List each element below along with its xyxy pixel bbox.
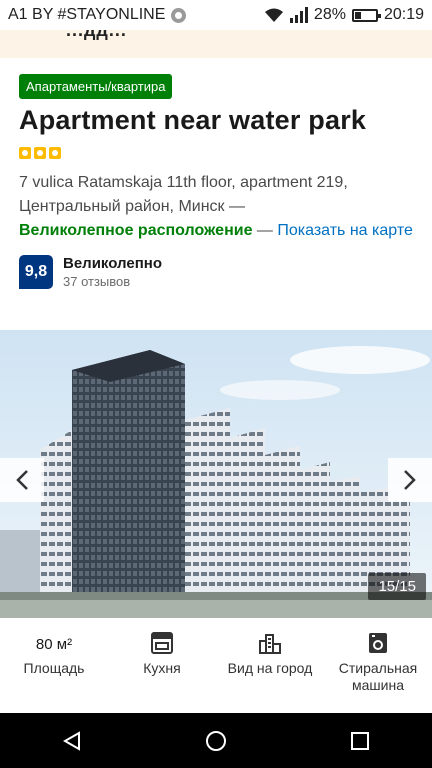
location-separator: — [252,222,278,239]
facility-area: 80 м² Площадь [0,626,108,712]
city-view-icon [259,634,281,654]
notification-icon [171,7,187,23]
location-rating: Великолепное расположение [19,222,253,239]
address-text: 7 vulica Ratamskaja 11th floor, apartmen… [19,174,348,215]
facility-washer: Стиральная машина [324,626,432,712]
facility-city-view: Вид на город [216,626,324,712]
back-icon[interactable] [61,730,83,752]
carrier-name: A1 BY #STAYONLINE [8,6,166,23]
photo-counter: 15/15 [368,573,426,600]
star-icon [19,147,31,159]
property-header: Апартаменты/квартира Apartment near wate… [19,74,415,289]
banner-text: ...дд... [66,30,127,40]
signal-icon [289,7,308,23]
review-score-word: Великолепно [63,255,162,272]
status-bar: A1 BY #STAYONLINE 28% 20:19 [0,0,432,30]
facilities-row: 80 м² Площадь Кухня Вид на город Стираль… [0,626,432,712]
photo-gallery[interactable]: 15/15 [0,330,432,618]
location-line: Великолепное расположение — Показать на … [19,219,415,243]
clock: 20:19 [383,6,424,23]
property-type-badge: Апартаменты/квартира [19,74,173,99]
area-value: 80 м² [35,635,73,653]
review-score-block[interactable]: 9,8 Великолепно 37 отзывов [19,255,415,289]
facility-kitchen: Кухня [108,626,216,712]
recents-icon[interactable] [349,730,371,752]
kitchen-icon [151,632,173,654]
building-photo [0,330,432,618]
show-on-map-link[interactable]: Показать на карте [277,222,412,239]
previous-photo-button[interactable] [0,458,44,502]
chevron-right-icon [404,470,416,490]
facility-label: Вид на город [227,660,313,676]
next-photo-button[interactable] [388,458,432,502]
review-score-badge: 9,8 [19,255,53,289]
star-icon [34,147,46,159]
home-icon[interactable] [205,730,227,752]
washing-machine-icon [369,633,387,653]
chevron-left-icon [16,470,28,490]
facility-label: Стиральная машина [338,660,418,693]
system-nav-bar [0,713,432,768]
battery-percent: 28% [313,6,346,23]
wifi-icon [264,8,283,22]
star-icon [49,147,61,159]
battery-icon [351,8,381,22]
page-title: Apartment near water park [19,105,367,135]
star-rating [19,147,415,159]
review-count: 37 отзывов [63,274,131,289]
facility-label: Площадь [23,660,85,676]
facility-label: Кухня [143,660,181,676]
top-banner: ...дд... [0,30,432,58]
